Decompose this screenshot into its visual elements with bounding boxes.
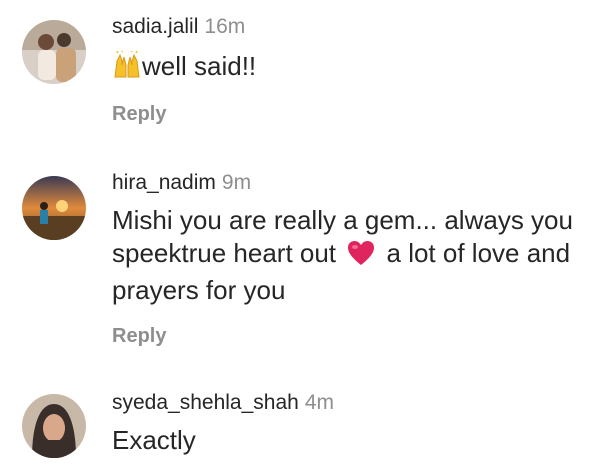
timestamp: 16m xyxy=(204,15,246,38)
comment-text-line: Mishi you are really a gem... always you xyxy=(112,205,573,235)
red-heart-icon xyxy=(347,240,375,274)
raising-hands-icon xyxy=(112,49,142,87)
comment-meta: syeda_shehla_shah 4m xyxy=(112,390,587,416)
timestamp: 9m xyxy=(221,171,252,194)
comment-text: Exactly xyxy=(112,425,196,455)
comment-text: well said!! xyxy=(112,49,587,87)
comment-text: Mishi you are really a gem... always you… xyxy=(112,204,587,307)
comment-text-line: prayers for you xyxy=(112,275,286,305)
comment-text-segment: speektrue heart out xyxy=(112,238,337,268)
reply-button[interactable]: Reply xyxy=(112,103,166,126)
comment-text-content: well said!! xyxy=(142,51,257,81)
avatar[interactable] xyxy=(22,394,86,458)
comment-text-segment: a lot of love and xyxy=(386,238,571,268)
avatar[interactable] xyxy=(22,20,86,84)
comment-meta: sadia.jalil 16m xyxy=(112,14,587,40)
timestamp: 4m xyxy=(304,391,335,414)
comment-meta: hira_nadim 9m xyxy=(112,170,587,196)
reply-button[interactable]: Reply xyxy=(112,325,166,348)
username[interactable]: sadia.jalil xyxy=(112,15,198,38)
comment-text-line: speektrue heart out a lot of love and xyxy=(112,237,587,274)
username[interactable]: hira_nadim xyxy=(112,171,216,194)
avatar[interactable] xyxy=(22,176,86,240)
username[interactable]: syeda_shehla_shah xyxy=(112,391,299,414)
